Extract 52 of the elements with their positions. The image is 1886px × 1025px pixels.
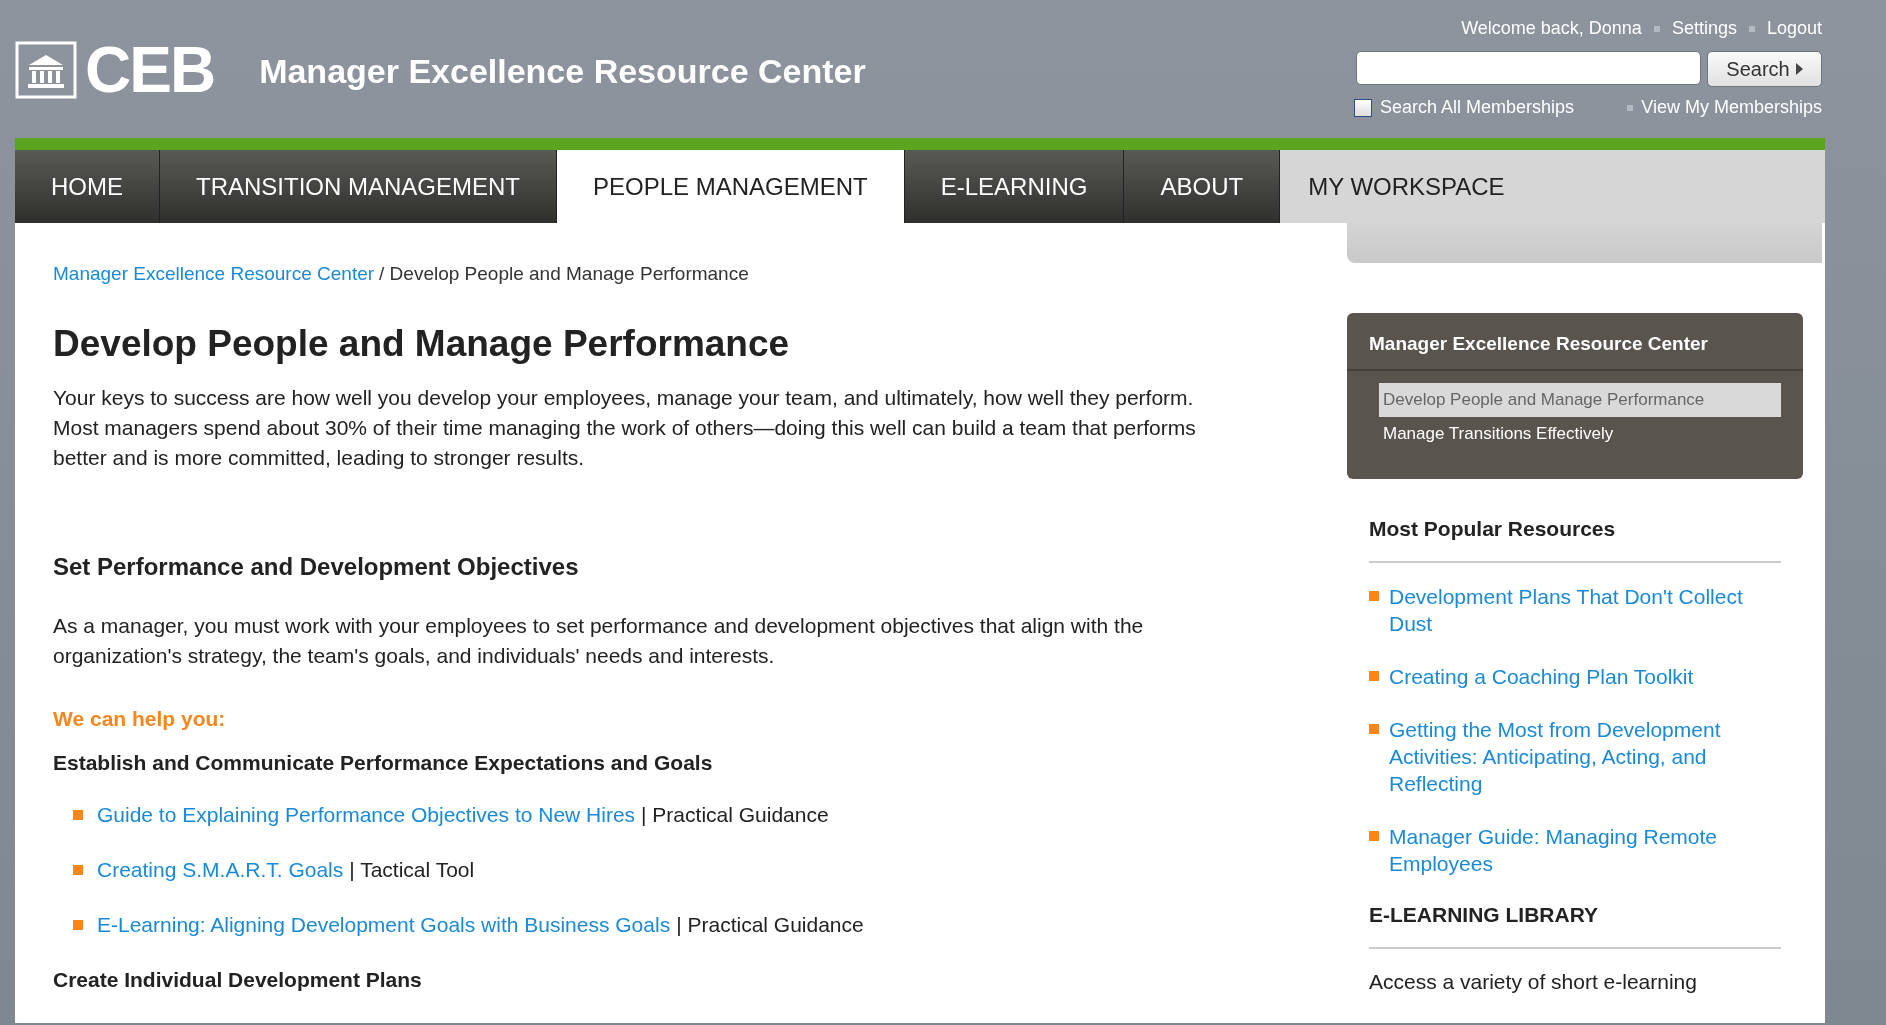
resource-link[interactable]: Creating S.M.A.R.T. Goals bbox=[97, 858, 344, 882]
bullet-icon bbox=[1369, 831, 1379, 841]
welcome-text: Welcome back, Donna bbox=[1461, 18, 1642, 39]
checkbox[interactable] bbox=[1354, 98, 1372, 117]
intro-text: Your keys to success are how well you develop your employees, manage your team, and ultimately, how well they perform. Most managers spend about 30% of their time managing the work of others—doing this well can build a team that performs better and is more committed, leading to stronger results. bbox=[53, 385, 1197, 471]
memberships-link[interactable]: View My Memberships bbox=[1641, 97, 1822, 118]
panel-link[interactable]: Develop People and Manage Performance bbox=[1379, 383, 1781, 417]
checkbox-label[interactable]: Search All Memberships bbox=[1380, 97, 1575, 118]
popular-link[interactable]: Manager Guide: Managing Remote Employees bbox=[1389, 823, 1781, 877]
caret-icon bbox=[1795, 63, 1803, 75]
group-title: Create Individual Development Plans bbox=[53, 968, 423, 992]
popular-link[interactable]: Development Plans That Don't Collect Dust bbox=[1389, 583, 1781, 637]
search-field[interactable] bbox=[1356, 51, 1701, 85]
popular-link[interactable]: Creating a Coaching Plan Toolkit bbox=[1389, 663, 1694, 690]
resource-link[interactable]: Guide to Explaining Performance Objectives to New Hires bbox=[97, 803, 636, 827]
resource-link[interactable]: E-Learning: Aligning Development Goals with Business Goals bbox=[97, 913, 671, 937]
site-title: Manager Excellence Resource Center bbox=[259, 52, 866, 91]
nav-tab[interactable]: TRANSITION MANAGEMENT bbox=[160, 150, 557, 223]
sidebar-heading: Most Popular Resources bbox=[1369, 517, 1781, 563]
library-text: Access a variety of short e-learning bbox=[1369, 969, 1698, 995]
logo[interactable]: CEB bbox=[85, 40, 215, 100]
section-text: As a manager, you must work with your employees to set performance and development objectives that align with the organization's strategy, the team's goals, and individuals' needs and interests. bbox=[53, 613, 1145, 669]
separator-icon bbox=[1627, 104, 1634, 111]
bullet-icon bbox=[73, 920, 83, 930]
bullet-icon bbox=[1369, 671, 1379, 681]
breadcrumb-link[interactable]: Manager Excellence Resource Center bbox=[53, 263, 375, 285]
resource-type: | Tactical Tool bbox=[349, 858, 475, 882]
panel-link[interactable]: Manage Transitions Effectively bbox=[1379, 417, 1781, 451]
nav-tab[interactable]: E-LEARNING bbox=[904, 150, 1125, 223]
search-button[interactable]: Search bbox=[1707, 51, 1822, 87]
nav-tab[interactable]: HOME bbox=[15, 150, 160, 223]
resource-type: | Practical Guidance bbox=[676, 913, 864, 937]
workspace-tab[interactable]: MY WORKSPACE bbox=[1280, 150, 1825, 223]
bullet-icon bbox=[73, 865, 83, 875]
sidebar-heading: E-LEARNING LIBRARY bbox=[1369, 903, 1781, 949]
bullet-icon bbox=[1369, 591, 1379, 601]
separator-icon bbox=[1748, 25, 1755, 32]
popular-link[interactable]: Getting the Most from Development Activities: Anticipating, Acting, and Reflecting bbox=[1389, 716, 1781, 797]
page-title: Develop People and Manage Performance bbox=[53, 323, 791, 365]
breadcrumb-current: / Develop People and Manage Performance bbox=[379, 263, 749, 285]
section-title: Set Performance and Development Objectives bbox=[53, 553, 580, 581]
resource-type: | Practical Guidance bbox=[641, 803, 829, 827]
bullet-icon bbox=[73, 810, 83, 820]
nav-tab[interactable]: ABOUT bbox=[1124, 150, 1281, 223]
header-link[interactable]: Logout bbox=[1766, 18, 1822, 39]
building-icon bbox=[15, 41, 77, 99]
bullet-icon bbox=[1369, 724, 1379, 734]
separator-icon bbox=[1653, 25, 1660, 32]
help-label: We can help you: bbox=[53, 707, 227, 731]
group-title: Establish and Communicate Performance Expectations and Goals bbox=[53, 751, 714, 775]
header-link[interactable]: Settings bbox=[1671, 18, 1737, 39]
panel-title: Manager Excellence Resource Center bbox=[1347, 313, 1803, 371]
